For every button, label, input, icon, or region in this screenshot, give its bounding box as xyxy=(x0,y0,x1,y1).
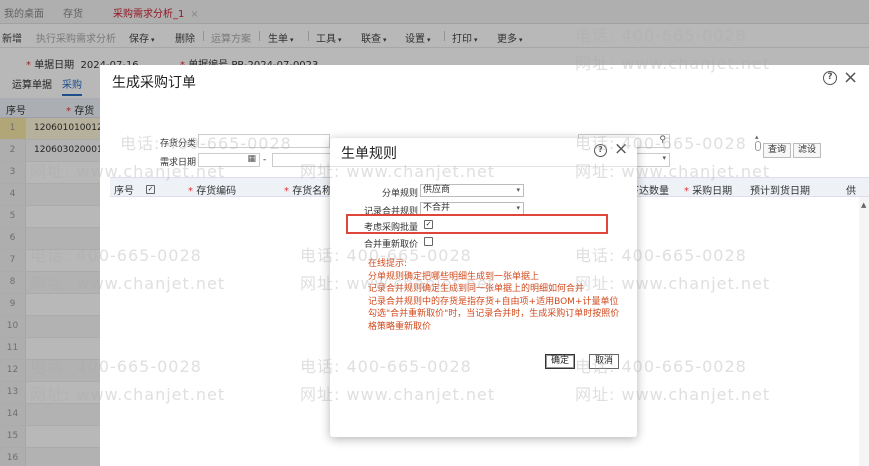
col-no: 序号 xyxy=(114,186,134,197)
close-icon[interactable]: × xyxy=(843,67,858,88)
col-arrival-date: 预计到货日期 xyxy=(750,186,810,197)
date-from-input[interactable]: ▦ xyxy=(198,153,260,167)
chevron-down-icon: ▾ xyxy=(516,186,520,194)
divider xyxy=(330,166,637,167)
split-rule-label: 分单规则 xyxy=(381,189,418,199)
help-icon[interactable]: ? xyxy=(823,71,837,85)
chevron-down-icon: ▾ xyxy=(662,154,666,162)
help-icon[interactable]: ? xyxy=(594,144,607,157)
tips-title: 在线提示: xyxy=(368,259,408,269)
dialog-title: 生成采购订单 xyxy=(112,75,196,91)
category-input[interactable] xyxy=(198,134,330,148)
tip-line: 记录合并规则确定生成到同一张单据上的明细如何合并 xyxy=(368,284,585,295)
chevron-down-icon: ▾ xyxy=(516,204,520,212)
category-label: 存货分类 xyxy=(160,139,197,149)
slider-thumb[interactable] xyxy=(755,141,761,151)
batch-checkbox[interactable]: ✓ xyxy=(424,220,433,229)
close-icon[interactable]: × xyxy=(614,139,628,159)
col-code: * 存货编码 xyxy=(188,186,237,197)
col-purchase-date: * 采购日期 xyxy=(684,186,733,197)
req-date-label: 需求日期 xyxy=(160,158,197,168)
split-rule-select[interactable]: 供应商 ▾ xyxy=(420,184,524,197)
date-to-input[interactable] xyxy=(272,153,332,167)
scroll-up-icon[interactable]: ▲ xyxy=(861,201,866,209)
col-supplier: 供 xyxy=(846,186,856,197)
tip-line: 勾选"合并重新取价"时，当记录合并时，生成采购订单时按照价格策略重新取价 xyxy=(368,309,620,332)
select-all-checkbox[interactable]: ✓ xyxy=(146,183,155,194)
tip-line: 分单规则确定把哪些明细生成到一张单据上 xyxy=(368,271,540,282)
dialog-title: 生单规则 xyxy=(341,146,397,162)
reprice-label: 合并重新取价 xyxy=(363,240,418,250)
tip-line: 记录合并规则中的存货是指存货+自由项+适用BOM+计量单位 xyxy=(368,296,619,307)
filter-settings-button[interactable]: 滤设 xyxy=(793,143,822,158)
checkbox[interactable]: ✓ xyxy=(146,185,155,194)
cancel-button[interactable]: 取消 xyxy=(589,354,620,369)
ok-button[interactable]: 确定 xyxy=(545,354,576,369)
batch-label: 考虑采购批量 xyxy=(363,223,418,233)
calendar-icon[interactable]: ▦ xyxy=(247,154,256,164)
date-separator: - xyxy=(263,155,267,165)
online-tips: 在线提示: 分单规则确定把哪些明细生成到一张单据上 记录合并规则确定生成到同一张… xyxy=(368,258,623,334)
chevron-up-icon: ▴ xyxy=(755,133,759,141)
col-name: * 存货名称 xyxy=(284,186,333,197)
search-icon[interactable]: ⚲ xyxy=(659,135,666,145)
scrollbar[interactable]: ▲ xyxy=(859,197,869,466)
reprice-checkbox[interactable] xyxy=(424,237,433,246)
query-button[interactable]: 查询 xyxy=(763,143,792,158)
toggle-handle[interactable]: ▴ xyxy=(755,133,761,155)
